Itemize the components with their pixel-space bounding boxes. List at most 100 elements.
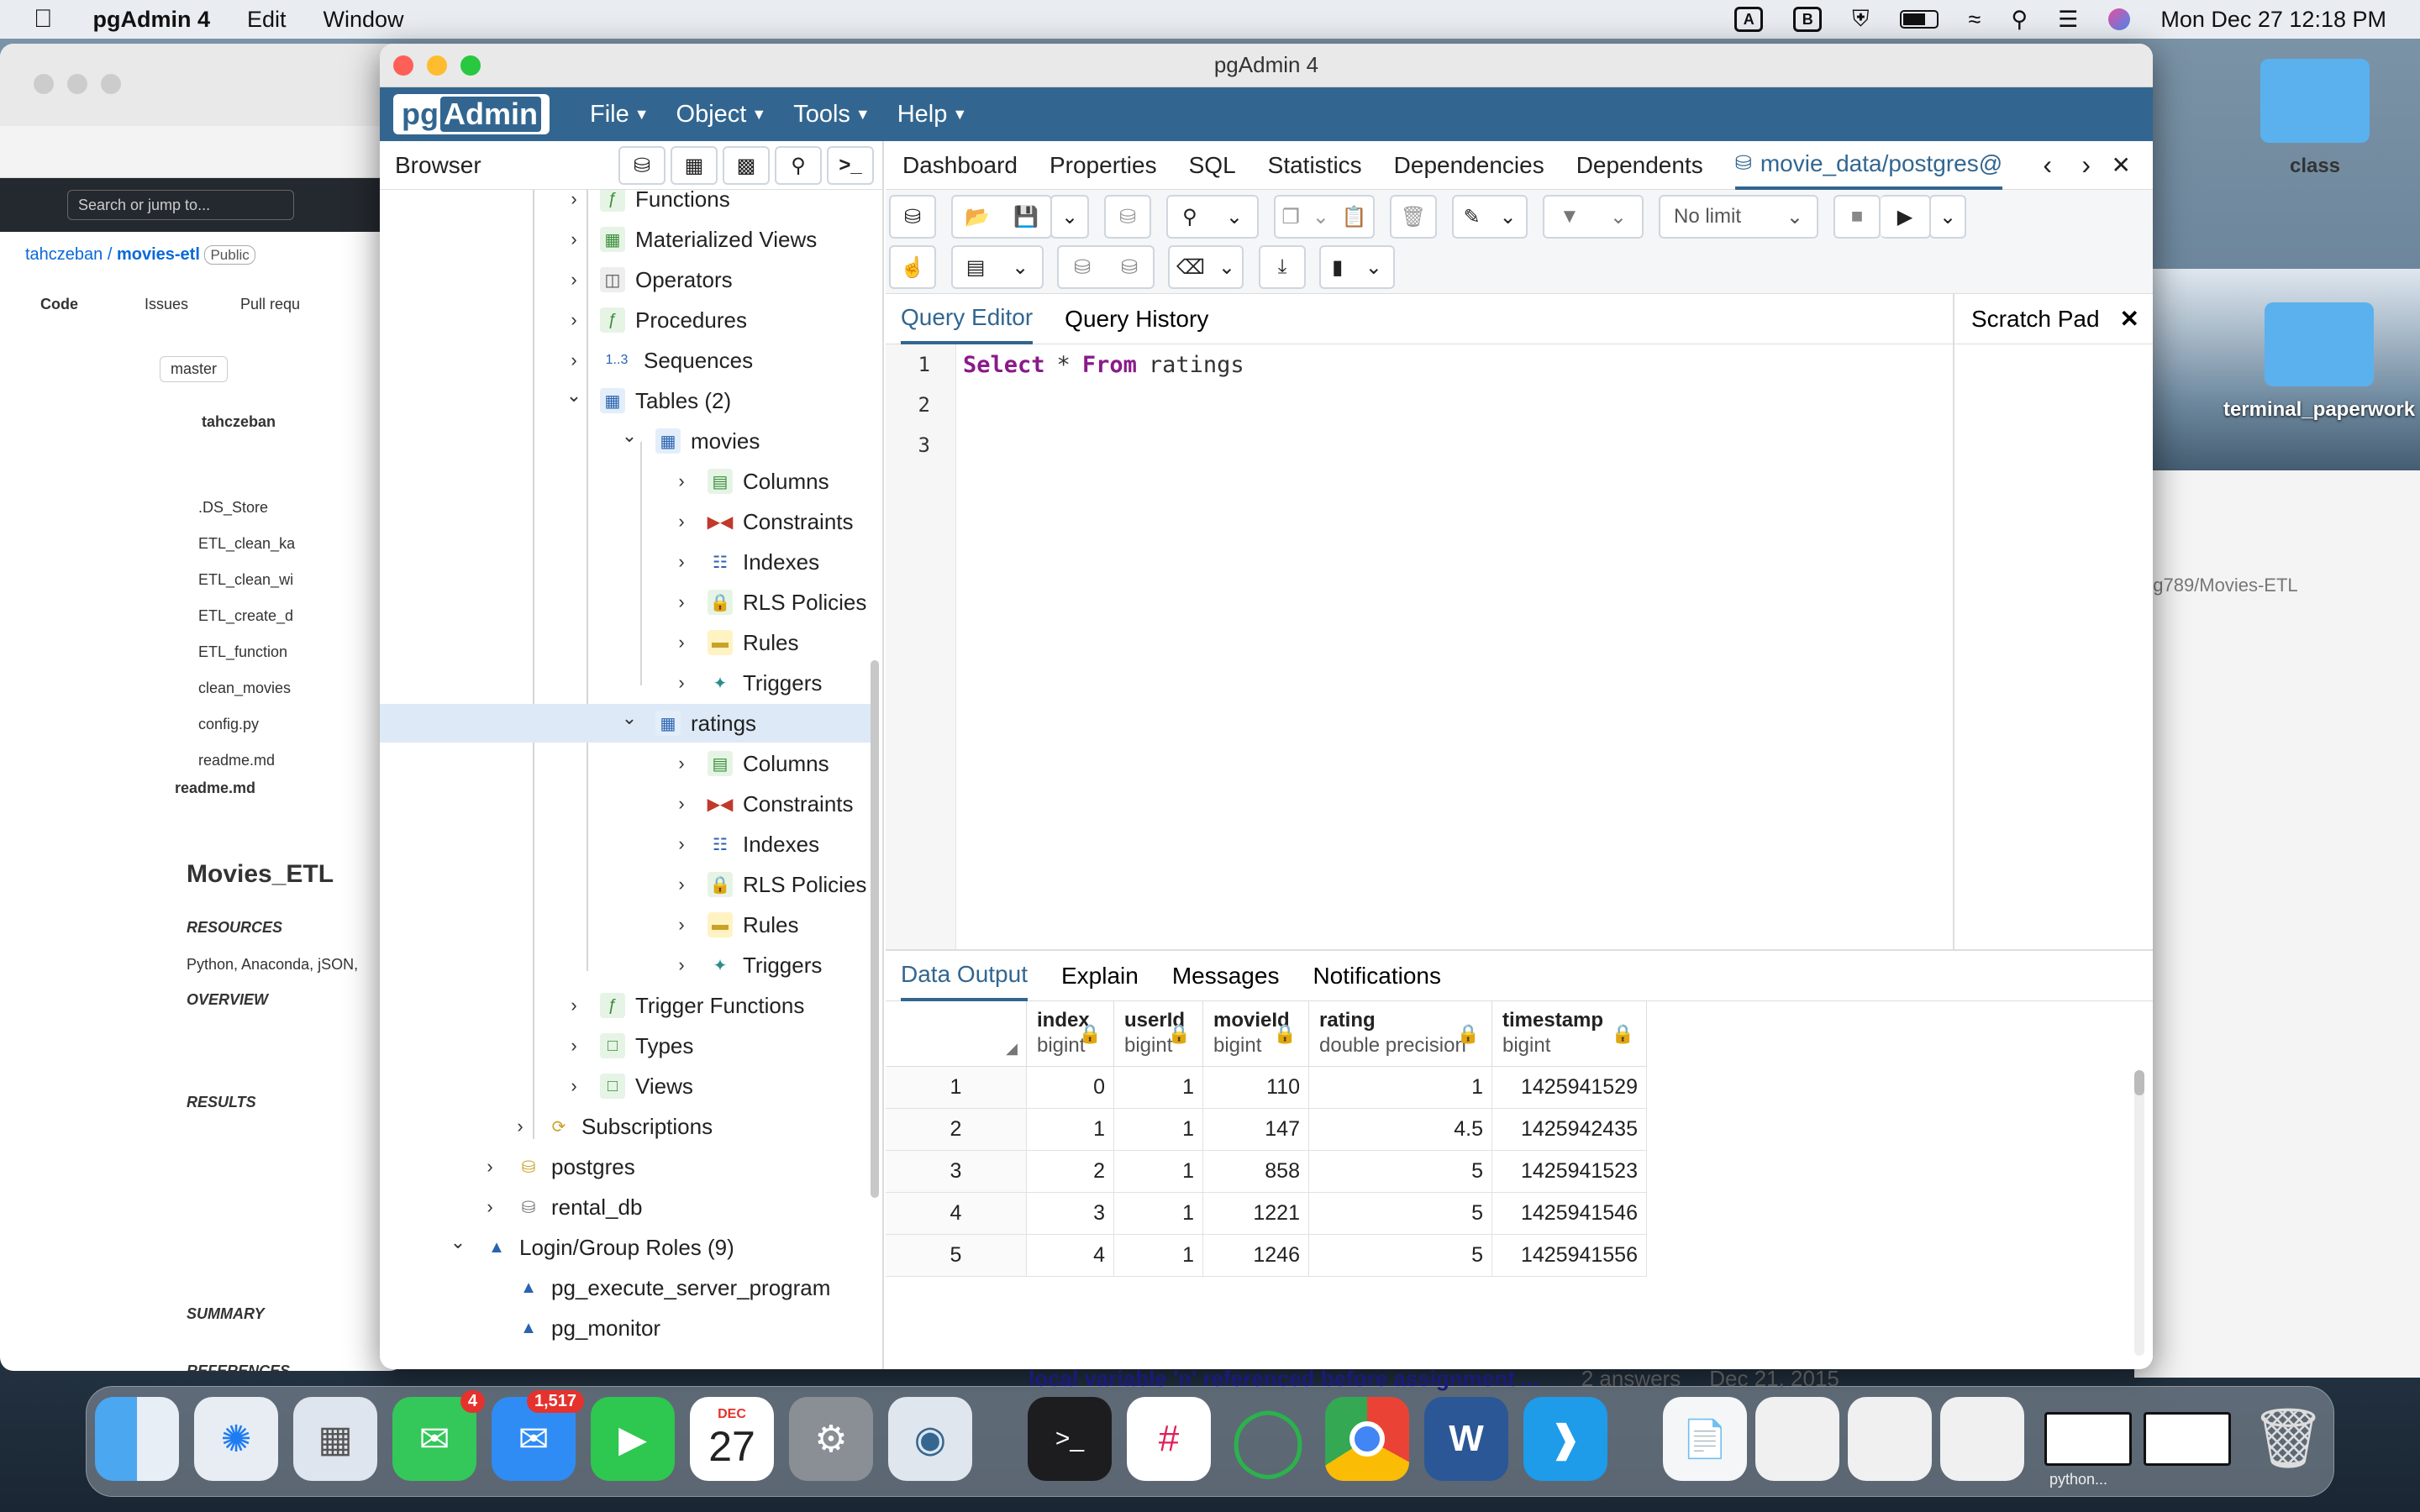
- tab-dependents[interactable]: Dependents: [1576, 152, 1703, 179]
- window-thumbnail[interactable]: [1848, 1397, 1932, 1481]
- tree-node[interactable]: ▲ pg_monitor: [479, 1309, 660, 1347]
- table-cell[interactable]: 1: [1114, 1109, 1203, 1151]
- chevron-right-icon[interactable]: ›: [479, 1196, 501, 1218]
- table-cell[interactable]: 3: [1027, 1193, 1114, 1235]
- psql-tool-icon[interactable]: >_: [827, 146, 874, 185]
- table-cell[interactable]: 4: [1027, 1235, 1114, 1277]
- chevron-right-icon[interactable]: ›: [563, 1035, 585, 1057]
- column-header[interactable]: movieId bigint 🔒: [1203, 1001, 1309, 1067]
- chevron-right-icon[interactable]: ›: [671, 470, 692, 492]
- tab-query-history[interactable]: Query History: [1065, 294, 1208, 344]
- menubar-app-name[interactable]: pgAdmin 4: [93, 7, 211, 33]
- row-number[interactable]: 5: [886, 1235, 1027, 1277]
- github-tab-code[interactable]: Code: [40, 296, 78, 313]
- row-number[interactable]: 3: [886, 1151, 1027, 1193]
- chevron-down-icon[interactable]: ⌄: [1610, 205, 1627, 229]
- delete-icon[interactable]: 🗑: [1390, 195, 1437, 239]
- chevron-down-icon[interactable]: ⌄: [1226, 205, 1243, 229]
- tree-node[interactable]: › ▶◀ Constraints: [671, 785, 853, 823]
- row-number[interactable]: 1: [886, 1067, 1027, 1109]
- save-file-icon[interactable]: 💾: [1013, 205, 1039, 229]
- mail-icon[interactable]: ✉ 1,517: [492, 1390, 584, 1481]
- window-thumbnail[interactable]: [2044, 1412, 2132, 1466]
- scrollbar-thumb[interactable]: [2134, 1070, 2144, 1095]
- menubar-window[interactable]: Window: [324, 7, 404, 33]
- table-cell[interactable]: 5: [1309, 1193, 1492, 1235]
- window-thumbnail[interactable]: [2144, 1412, 2231, 1466]
- table-cell[interactable]: 1: [1309, 1067, 1492, 1109]
- tree-node[interactable]: › ▤ Columns: [671, 744, 829, 783]
- tree-node[interactable]: › ▬ Rules: [671, 906, 798, 944]
- github-tab-issues[interactable]: Issues: [145, 296, 188, 313]
- tree-node[interactable]: › □ Views: [563, 1067, 693, 1105]
- repo-file-item[interactable]: config.py: [198, 716, 259, 733]
- tree-node[interactable]: ⌄ ▦ Tables (2): [563, 381, 731, 420]
- repo-file-item[interactable]: ETL_function: [198, 643, 287, 661]
- chevron-right-icon[interactable]: ›: [563, 190, 585, 210]
- filter-icon[interactable]: ▼: [1560, 205, 1580, 228]
- chrome-icon[interactable]: [1325, 1397, 1409, 1481]
- tree-node[interactable]: › ▦ Materialized Views: [563, 220, 817, 259]
- table-cell[interactable]: 5: [1309, 1151, 1492, 1193]
- chevron-down-icon[interactable]: ⌄: [618, 707, 640, 729]
- rollback-icon[interactable]: ⛁: [1121, 255, 1138, 280]
- table-cell[interactable]: 1: [1027, 1109, 1114, 1151]
- pgadmin-elephant-icon[interactable]: ◉: [888, 1397, 972, 1481]
- execute-icon[interactable]: ▶: [1881, 195, 1931, 239]
- tab-statistics[interactable]: Statistics: [1268, 152, 1362, 179]
- repo-file-item[interactable]: readme.md: [198, 752, 275, 769]
- desktop-folder-terminal[interactable]: terminal_paperwork: [2218, 302, 2420, 422]
- row-number[interactable]: 2: [886, 1109, 1027, 1151]
- tree-node[interactable]: › ƒ Procedures: [563, 301, 747, 339]
- minimize-window-button[interactable]: [427, 55, 447, 76]
- chevron-down-icon[interactable]: ⌄: [1012, 255, 1028, 280]
- tree-node[interactable]: › ✦ Triggers: [671, 664, 822, 702]
- siri-icon[interactable]: [2108, 8, 2131, 30]
- tab-dashboard[interactable]: Dashboard: [902, 152, 1018, 179]
- tree-node[interactable]: › ◫ Operators: [563, 260, 733, 299]
- sql-editor[interactable]: 1 2 3 Select * From ratings: [886, 344, 1953, 949]
- tab-data-output[interactable]: Data Output: [901, 951, 1028, 1001]
- apple-icon[interactable]: : [34, 5, 53, 34]
- shield-icon[interactable]: ⛨: [1852, 6, 1869, 33]
- table-cell[interactable]: 1: [1114, 1151, 1203, 1193]
- chevron-right-icon[interactable]: ›: [671, 874, 692, 895]
- repo-file-item[interactable]: ETL_clean_ka: [198, 535, 295, 553]
- vscode-icon[interactable]: ❱: [1523, 1397, 1607, 1481]
- repo-file-item[interactable]: ETL_clean_wi: [198, 571, 293, 589]
- tab-notifications[interactable]: Notifications: [1313, 951, 1441, 1001]
- repo-user[interactable]: tahczeban: [25, 245, 103, 264]
- grid-corner[interactable]: ◢: [886, 1001, 1027, 1067]
- chevron-right-icon[interactable]: ›: [671, 511, 692, 533]
- document-icon[interactable]: 📄: [1663, 1397, 1747, 1481]
- window-thumbnail[interactable]: [1940, 1397, 2024, 1481]
- download-icon[interactable]: ⤓: [1259, 245, 1306, 289]
- tree-node[interactable]: › ⟳ Subscriptions: [509, 1107, 713, 1146]
- window-thumbnail[interactable]: [1755, 1397, 1839, 1481]
- grid-scrollbar[interactable]: [2134, 1070, 2144, 1356]
- github-tab-pulls[interactable]: Pull requ: [240, 296, 300, 313]
- menu-object[interactable]: Object ▼: [676, 101, 767, 129]
- repo-file-item[interactable]: clean_movies: [198, 680, 291, 697]
- facetime-icon[interactable]: ▶: [591, 1397, 675, 1481]
- tree-scrollbar[interactable]: [871, 660, 879, 1198]
- table-cell[interactable]: 147: [1203, 1109, 1309, 1151]
- control-center-icon[interactable]: ☰: [2058, 7, 2078, 33]
- wifi-icon[interactable]: ≈: [1969, 7, 1981, 33]
- chevron-down-icon[interactable]: ⌄: [618, 425, 640, 447]
- table-cell[interactable]: 0: [1027, 1067, 1114, 1109]
- tree-node[interactable]: › ☷ Indexes: [671, 543, 819, 581]
- copy-icon[interactable]: ❐: [1281, 205, 1300, 229]
- search-objects-icon[interactable]: ⚲: [775, 146, 822, 185]
- tree-node[interactable]: › ƒ Trigger Functions: [563, 986, 804, 1025]
- table-cell[interactable]: 1425941546: [1492, 1193, 1647, 1235]
- close-tab-icon[interactable]: ✕: [2112, 151, 2131, 179]
- commit-icon[interactable]: ⛁: [1074, 255, 1091, 280]
- menubar-edit[interactable]: Edit: [247, 7, 287, 33]
- chevron-down-icon[interactable]: ⌄: [1365, 255, 1382, 280]
- table-cell[interactable]: 1246: [1203, 1235, 1309, 1277]
- close-icon[interactable]: ✕: [2120, 305, 2139, 333]
- tab-scroll-right-icon[interactable]: ›: [2081, 150, 2091, 181]
- calendar-icon[interactable]: DEC 27: [690, 1397, 774, 1481]
- tab-query-tool[interactable]: ⛁ movie_data/postgres@: [1734, 141, 2003, 190]
